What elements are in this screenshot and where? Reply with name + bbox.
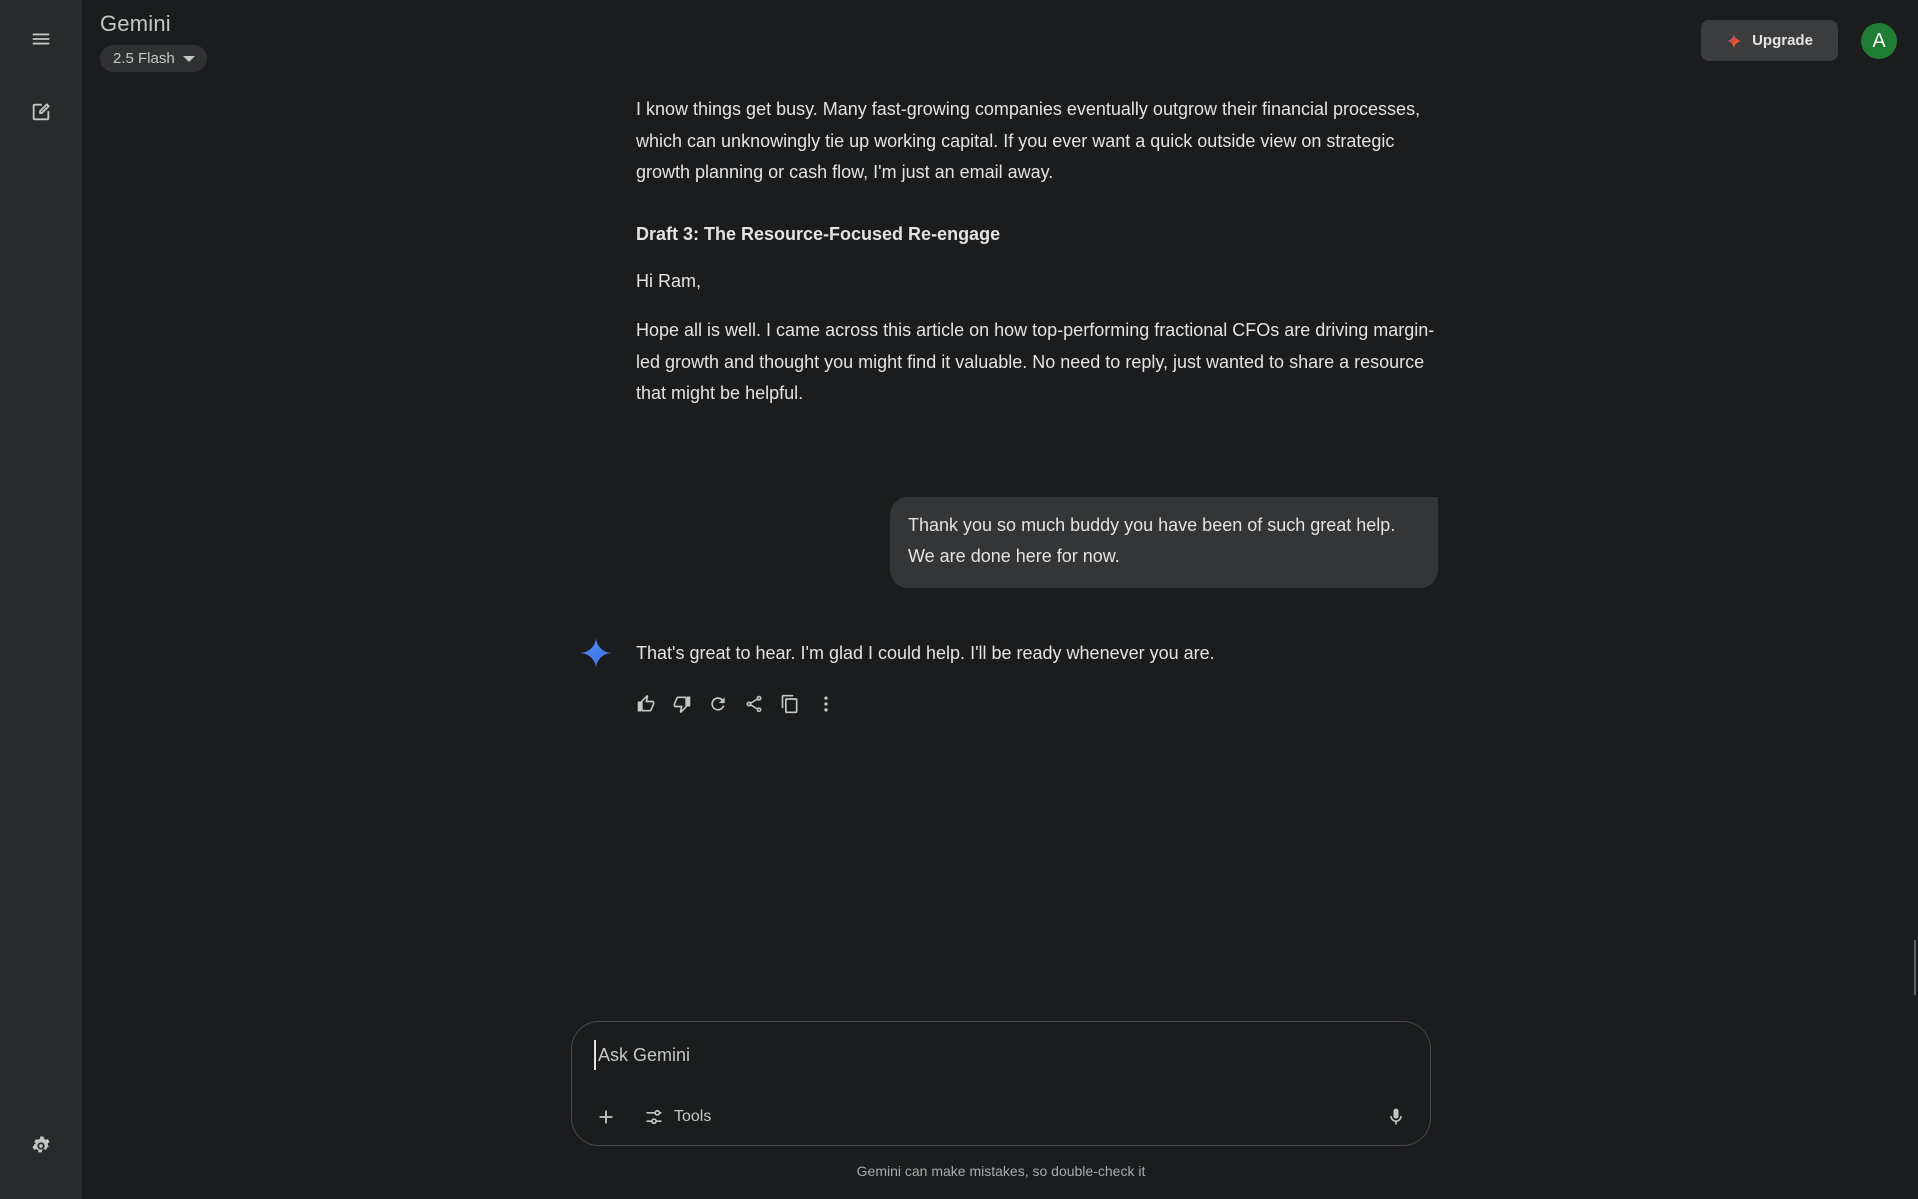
draft-greeting: Hi Ram, xyxy=(636,271,702,291)
assistant-final-response: That's great to hear. I'm glad I could h… xyxy=(636,643,1215,663)
user-message-bubble: Thank you so much buddy you have been of… xyxy=(890,497,1438,588)
regenerate-icon xyxy=(711,697,725,711)
share-icon xyxy=(746,695,762,713)
microphone-button[interactable] xyxy=(1380,1101,1412,1133)
tools-label: Tools xyxy=(674,1108,712,1125)
model-selector[interactable]: 2.5 Flash xyxy=(100,45,207,72)
new-chat-icon xyxy=(32,103,50,121)
add-attachment-button[interactable] xyxy=(590,1101,622,1133)
side-rail xyxy=(0,0,82,1199)
new-chat-button[interactable] xyxy=(21,92,61,132)
upgrade-button[interactable]: Upgrade xyxy=(1701,20,1838,61)
more-options-button[interactable] xyxy=(814,692,838,716)
response-paragraph: I know things get busy. Many fast-growin… xyxy=(636,99,1421,182)
copy-icon xyxy=(781,694,798,714)
avatar[interactable]: A xyxy=(1861,23,1897,59)
draft-heading: Draft 3: The Resource-Focused Re-engage xyxy=(636,224,1001,244)
thumbs-up-icon xyxy=(637,694,655,712)
settings-icon xyxy=(32,1136,50,1153)
gemini-sparkle-icon xyxy=(1726,32,1743,49)
upgrade-label: Upgrade xyxy=(1752,32,1813,49)
regenerate-button[interactable] xyxy=(706,692,730,716)
share-button[interactable] xyxy=(742,692,766,716)
draft-body: Hope all is well. I came across this art… xyxy=(636,320,1435,403)
scrollbar-thumb[interactable] xyxy=(1914,940,1916,995)
main-menu-button[interactable] xyxy=(21,19,61,59)
menu-icon xyxy=(32,33,50,45)
model-label: 2.5 Flash xyxy=(113,50,175,67)
disclaimer-text: Gemini can make mistakes, so double-chec… xyxy=(856,1163,1146,1179)
thumbs-down-icon xyxy=(673,696,691,714)
more-options-icon xyxy=(824,696,828,712)
gemini-spark-icon xyxy=(580,637,612,669)
tools-button[interactable]: Tools xyxy=(644,1101,711,1133)
chevron-down-icon xyxy=(182,55,195,62)
copy-button[interactable] xyxy=(778,692,802,716)
tools-icon xyxy=(646,1109,662,1125)
thumbs-up-button[interactable] xyxy=(634,692,658,716)
response-actions xyxy=(634,692,838,716)
prompt-input-box: Tools xyxy=(571,1021,1431,1146)
settings-button[interactable] xyxy=(21,1126,61,1166)
plus-icon xyxy=(599,1110,613,1124)
thumbs-down-button[interactable] xyxy=(670,692,694,716)
microphone-icon xyxy=(1390,1108,1402,1125)
app-title: Gemini xyxy=(100,11,171,36)
ask-input[interactable] xyxy=(594,1040,1374,1070)
